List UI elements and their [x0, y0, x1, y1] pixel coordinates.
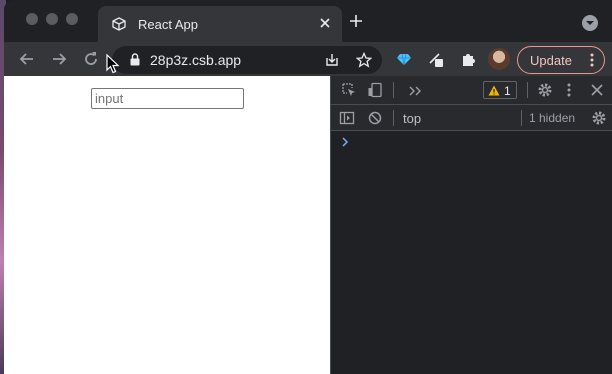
hidden-messages-count[interactable]: 1 hidden: [529, 111, 575, 125]
warning-count: 1: [504, 84, 511, 98]
page-viewport: [4, 76, 330, 374]
maximize-window-button[interactable]: [66, 13, 78, 25]
pen-extension-icon[interactable]: [428, 51, 444, 67]
show-sidebar-icon[interactable]: [339, 110, 355, 126]
bookmark-star-icon[interactable]: [356, 52, 372, 68]
inspect-element-icon[interactable]: [341, 82, 357, 98]
browser-window: React App 28p3z.csb.app Update input 1 t…: [4, 0, 612, 374]
console-prompt-chevron-icon: [342, 137, 349, 147]
warning-icon: [488, 85, 500, 96]
warnings-badge[interactable]: 1: [483, 81, 517, 99]
toolbar-divider: [527, 82, 528, 98]
gem-extension-icon[interactable]: [396, 51, 412, 67]
toolbar-divider: [521, 110, 522, 126]
forward-arrow-icon[interactable]: [50, 50, 68, 68]
close-window-button[interactable]: [26, 13, 38, 25]
url-text[interactable]: 28p3z.csb.app: [150, 52, 241, 68]
update-button[interactable]: Update: [517, 46, 605, 74]
update-label: Update: [530, 53, 572, 68]
reload-icon[interactable]: [82, 50, 100, 68]
new-tab-icon[interactable]: [348, 13, 364, 29]
toolbar-divider: [393, 82, 394, 98]
address-bar[interactable]: 28p3z.csb.app: [112, 46, 382, 74]
console-output[interactable]: [331, 131, 612, 374]
devtools-main-toolbar: 1: [331, 76, 612, 105]
clear-console-icon[interactable]: [367, 110, 383, 126]
mouse-cursor-icon: [106, 54, 120, 74]
install-app-icon[interactable]: [324, 52, 340, 68]
minimize-window-button[interactable]: [46, 13, 58, 25]
settings-gear-icon[interactable]: [537, 82, 553, 98]
console-toolbar: top 1 hidden: [331, 105, 612, 131]
tab-strip: React App: [4, 0, 612, 42]
browser-toolbar: 28p3z.csb.app Update: [4, 42, 612, 76]
console-settings-gear-icon[interactable]: [591, 110, 607, 126]
close-tab-icon[interactable]: [318, 16, 332, 30]
device-toolbar-icon[interactable]: [367, 82, 383, 98]
more-vert-icon[interactable]: [590, 53, 594, 67]
devtools-panel: 1 top 1 hidden: [330, 76, 612, 374]
tab-search-icon[interactable]: [582, 15, 598, 31]
text-input[interactable]: [91, 88, 244, 109]
toolbar-divider: [393, 110, 394, 126]
tab-react-app[interactable]: React App: [98, 6, 342, 42]
lock-icon[interactable]: [130, 53, 140, 66]
tab-title: React App: [138, 17, 198, 32]
back-arrow-icon[interactable]: [18, 50, 36, 68]
react-favicon-icon: [112, 17, 126, 31]
context-selector[interactable]: top: [403, 111, 421, 126]
devtools-menu-icon[interactable]: [561, 82, 577, 98]
close-devtools-icon[interactable]: [589, 82, 605, 98]
more-tabs-chevron-icon[interactable]: [407, 83, 423, 99]
extensions-puzzle-icon[interactable]: [460, 51, 476, 67]
profile-avatar[interactable]: [488, 48, 510, 70]
